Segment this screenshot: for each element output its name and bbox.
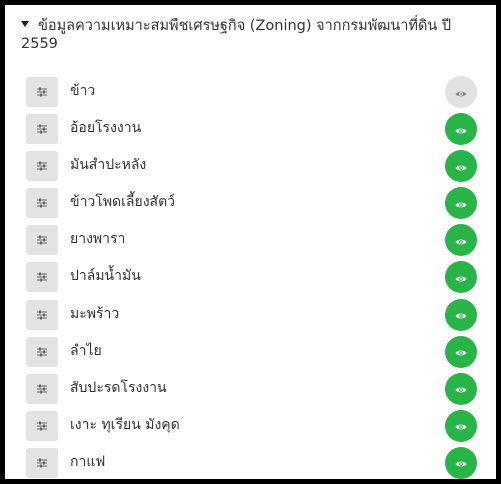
sliders-icon <box>36 198 48 208</box>
layer-row: ข้าวโพดเลี้ยงสัตว์ <box>5 186 496 223</box>
layer-settings-button[interactable] <box>26 410 58 441</box>
sliders-icon <box>36 272 48 282</box>
layer-settings-button[interactable] <box>26 373 58 404</box>
panel-header[interactable]: ข้อมูลความเหมาะสมพืชเศรษฐกิจ (Zoning) จา… <box>5 17 475 53</box>
layer-settings-button[interactable] <box>26 336 58 367</box>
sliders-icon <box>36 87 48 97</box>
sliders-icon <box>36 161 48 171</box>
caret-down-icon[interactable] <box>21 21 29 27</box>
layer-row: มะพร้าว <box>5 298 496 335</box>
layer-row: มันสำปะหลัง <box>5 149 496 186</box>
layer-label: มะพร้าว <box>70 305 120 322</box>
layer-row: ปาล์มน้ำมัน <box>5 260 496 297</box>
visibility-toggle[interactable] <box>445 224 477 257</box>
layer-panel: ข้อมูลความเหมาะสมพืชเศรษฐกิจ (Zoning) จา… <box>5 5 496 479</box>
eye-icon <box>455 342 467 361</box>
eye-icon <box>455 83 467 102</box>
layer-label: ข้าว <box>70 83 96 99</box>
layer-settings-button[interactable] <box>26 225 58 256</box>
visibility-toggle[interactable] <box>445 409 477 442</box>
sliders-icon <box>36 235 48 245</box>
layer-row: อ้อยโรงงาน <box>5 112 496 149</box>
sliders-icon <box>36 124 48 134</box>
layer-row: ลำไย <box>5 335 496 372</box>
layer-label: เงาะ ทุเรียน มังคุด <box>70 416 180 433</box>
eye-icon <box>455 379 467 398</box>
sliders-icon <box>36 421 48 431</box>
eye-icon <box>455 120 467 139</box>
visibility-toggle[interactable] <box>445 187 477 220</box>
sliders-icon <box>36 384 48 394</box>
layer-label: มันสำปะหลัง <box>70 157 147 174</box>
layer-label: สับปะรดโรงงาน <box>70 379 167 396</box>
eye-icon <box>455 268 467 287</box>
layer-label: ลำไย <box>70 342 102 359</box>
eye-icon <box>455 157 467 176</box>
sliders-icon <box>36 310 48 320</box>
layer-row: ข้าว <box>5 75 496 112</box>
sliders-icon <box>36 458 48 468</box>
layer-settings-button[interactable] <box>26 262 58 293</box>
visibility-toggle[interactable] <box>445 372 477 405</box>
layer-row: เงาะ ทุเรียน มังคุด <box>5 409 496 446</box>
eye-icon <box>455 416 467 435</box>
layer-settings-button[interactable] <box>26 188 58 219</box>
layer-settings-button[interactable] <box>26 299 58 330</box>
visibility-toggle[interactable] <box>445 150 477 183</box>
visibility-toggle[interactable] <box>445 113 477 146</box>
layer-settings-button[interactable] <box>26 447 58 478</box>
layer-label: อ้อยโรงงาน <box>70 120 142 137</box>
eye-icon <box>455 305 467 324</box>
visibility-toggle[interactable] <box>445 76 477 108</box>
layer-settings-button[interactable] <box>26 151 58 182</box>
eye-icon <box>455 194 467 213</box>
layer-row: ยางพารา <box>5 223 496 260</box>
sliders-icon <box>36 347 48 357</box>
eye-icon <box>455 231 467 250</box>
layer-label: กาแฟ <box>70 453 106 470</box>
visibility-toggle[interactable] <box>445 261 477 294</box>
visibility-toggle[interactable] <box>445 335 477 368</box>
layer-label: ยางพารา <box>70 231 126 248</box>
layer-settings-button[interactable] <box>26 114 58 145</box>
layer-row: สับปะรดโรงงาน <box>5 372 496 409</box>
visibility-toggle[interactable] <box>445 446 477 479</box>
layer-label: ปาล์มน้ำมัน <box>70 268 141 285</box>
layer-row: กาแฟ <box>5 446 496 479</box>
layer-settings-button[interactable] <box>26 77 58 107</box>
panel-title: ข้อมูลความเหมาะสมพืชเศรษฐกิจ (Zoning) จา… <box>21 18 452 52</box>
visibility-toggle[interactable] <box>445 298 477 331</box>
eye-icon <box>455 453 467 472</box>
layer-label: ข้าวโพดเลี้ยงสัตว์ <box>70 194 176 211</box>
layer-list: ข้าวอ้อยโรงงานมันสำปะหลังข้าวโพดเลี้ยงสั… <box>5 75 496 479</box>
